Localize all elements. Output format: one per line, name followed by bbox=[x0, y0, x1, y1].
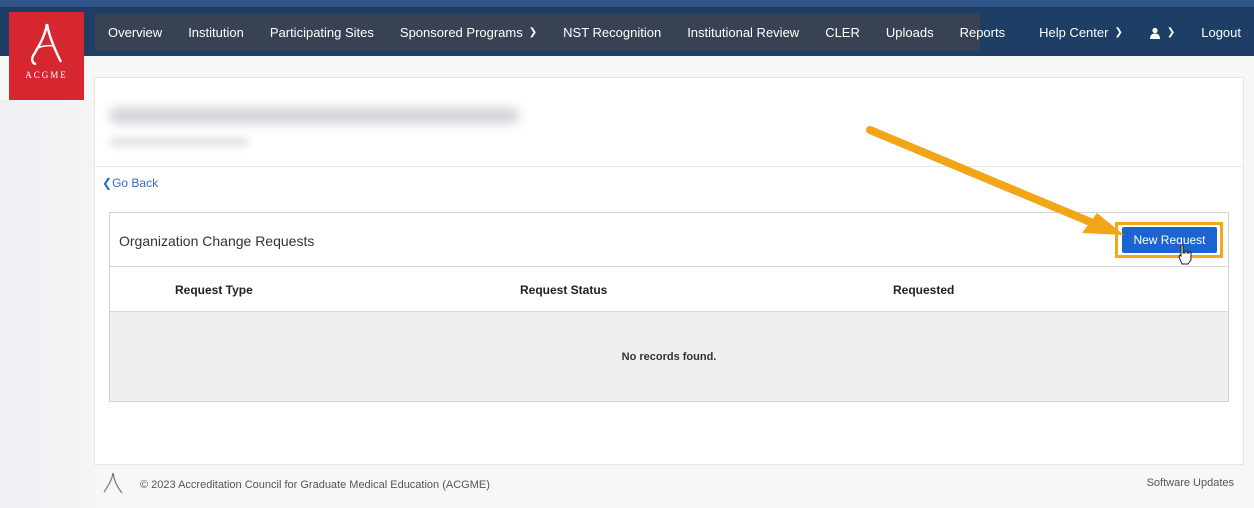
chevron-down-icon: ❯ bbox=[528, 27, 538, 38]
go-back-link[interactable]: ❮Go Back bbox=[102, 176, 158, 190]
panel-title: Organization Change Requests bbox=[119, 233, 315, 249]
column-header-request-type[interactable]: Request Type bbox=[175, 283, 253, 297]
footer-copyright: © 2023 Accreditation Council for Graduat… bbox=[140, 479, 490, 491]
panel-header: Organization Change Requests New Request bbox=[110, 213, 1228, 267]
nav-cler[interactable]: CLER bbox=[812, 14, 873, 51]
nav-label: NST Recognition bbox=[563, 25, 662, 40]
acgme-footer-logo-icon bbox=[103, 472, 123, 494]
org-change-requests-panel: Organization Change Requests New Request… bbox=[109, 212, 1229, 402]
nav-nst-recognition[interactable]: NST Recognition bbox=[550, 14, 674, 51]
column-header-requested[interactable]: Requested bbox=[893, 283, 954, 297]
user-menu[interactable]: ❯ bbox=[1136, 27, 1188, 39]
nav-institutional-review[interactable]: Institutional Review bbox=[674, 14, 812, 51]
help-center-label: Help Center bbox=[1039, 25, 1109, 40]
software-updates-link[interactable]: Software Updates bbox=[1147, 477, 1234, 489]
divider bbox=[95, 166, 1243, 167]
nav-label: Institutional Review bbox=[687, 25, 800, 40]
column-header-request-status[interactable]: Request Status bbox=[520, 283, 607, 297]
main-nav: Overview Institution Participating Sites… bbox=[95, 14, 1005, 51]
table-body: No records found. bbox=[110, 312, 1228, 401]
nav-institution[interactable]: Institution bbox=[175, 14, 257, 51]
table-header: Request Type Request Status Requested bbox=[110, 267, 1228, 312]
nav-label: Overview bbox=[108, 25, 163, 40]
nav-uploads[interactable]: Uploads bbox=[873, 14, 947, 51]
go-back-label: Go Back bbox=[112, 176, 159, 190]
logout-label: Logout bbox=[1201, 25, 1241, 40]
acgme-logo-icon bbox=[30, 23, 62, 66]
footer-logo bbox=[100, 471, 126, 502]
nav-reports[interactable]: Reports bbox=[947, 14, 1019, 51]
nav-label: Uploads bbox=[885, 25, 934, 40]
logout-link[interactable]: Logout bbox=[1188, 25, 1254, 40]
nav-label: Participating Sites bbox=[269, 25, 374, 40]
help-center-menu[interactable]: Help Center ❯ bbox=[1026, 25, 1136, 40]
header-strip bbox=[0, 0, 1254, 7]
new-request-button[interactable]: New Request bbox=[1122, 227, 1217, 253]
redacted-subtitle bbox=[109, 137, 249, 147]
acgme-logo[interactable]: ACGME bbox=[9, 12, 84, 100]
nav-label: Sponsored Programs bbox=[399, 25, 523, 40]
redacted-institution-name bbox=[109, 107, 519, 124]
nav-sponsored-programs[interactable]: Sponsored Programs ❯ bbox=[387, 14, 550, 51]
nav-overview[interactable]: Overview bbox=[95, 14, 175, 51]
main-card: ❮Go Back Organization Change Requests Ne… bbox=[94, 77, 1244, 465]
empty-message: No records found. bbox=[621, 351, 717, 363]
user-icon bbox=[1149, 27, 1160, 39]
nav-label: Institution bbox=[188, 25, 244, 40]
nav-label: CLER bbox=[825, 25, 860, 40]
logo-text: ACGME bbox=[25, 70, 68, 80]
nav-label: Reports bbox=[959, 25, 1006, 40]
left-background bbox=[0, 100, 95, 508]
right-nav: Help Center ❯ ❯ Logout bbox=[1026, 14, 1254, 51]
chevron-down-icon: ❯ bbox=[1114, 27, 1123, 38]
chevron-left-icon: ❮ bbox=[102, 176, 113, 190]
nav-participating-sites[interactable]: Participating Sites bbox=[257, 14, 387, 51]
chevron-down-icon: ❯ bbox=[1166, 27, 1176, 38]
